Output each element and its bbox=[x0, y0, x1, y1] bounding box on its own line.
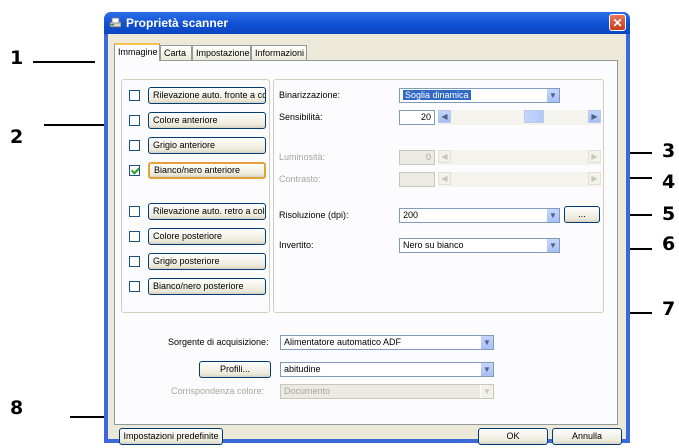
arrow-left-icon[interactable]: ◀ bbox=[438, 172, 451, 185]
callout-2: 2 bbox=[10, 126, 24, 148]
callout-line-2 bbox=[44, 124, 108, 126]
image-type-gray-front[interactable]: Grigio anteriore bbox=[148, 137, 266, 154]
callout-1: 1 bbox=[10, 47, 24, 69]
source-select[interactable]: Alimentatore automatico ADF ▼ bbox=[280, 335, 494, 350]
defaults-button[interactable]: Impostazioni predefinite bbox=[119, 428, 223, 445]
callout-8: 8 bbox=[10, 397, 24, 419]
arrow-left-icon[interactable]: ◀ bbox=[438, 110, 451, 123]
tab-informazioni[interactable]: Informazioni bbox=[251, 45, 307, 60]
sensitivity-slider[interactable]: ◀ ▶ bbox=[438, 110, 601, 125]
close-icon: ✕ bbox=[612, 16, 623, 30]
arrow-right-icon[interactable]: ▶ bbox=[588, 150, 601, 163]
binarization-value: Soglia dinamica bbox=[403, 90, 471, 100]
image-type-auto-back[interactable]: Rilevazione auto. retro a color bbox=[148, 203, 266, 220]
resolution-more-button[interactable]: ... bbox=[564, 206, 600, 223]
dialog-client-area: Immagine Carta Impostazione Informazioni… bbox=[108, 34, 626, 445]
callout-7: 7 bbox=[662, 298, 676, 320]
checkbox-gray-front[interactable] bbox=[129, 140, 140, 151]
sensitivity-slider-thumb[interactable] bbox=[524, 110, 544, 123]
image-type-auto-front[interactable]: Rilevazione auto. fronte a colo bbox=[148, 87, 266, 104]
image-type-bw-back[interactable]: Bianco/nero posteriore bbox=[148, 278, 266, 295]
checkbox-auto-back[interactable] bbox=[129, 206, 140, 217]
arrow-right-icon[interactable]: ▶ bbox=[588, 172, 601, 185]
invert-label: Invertito: bbox=[279, 240, 314, 250]
color-matching-label: Corrispondenza colore: bbox=[171, 386, 265, 396]
brightness-value[interactable]: 0 bbox=[399, 150, 435, 165]
cancel-button[interactable]: Annulla bbox=[552, 428, 622, 445]
sensitivity-value[interactable]: 20 bbox=[399, 110, 435, 125]
brightness-slider[interactable]: ◀ ▶ bbox=[438, 150, 601, 165]
chevron-down-icon[interactable]: ▼ bbox=[546, 209, 559, 222]
image-type-color-front[interactable]: Colore anteriore bbox=[148, 112, 266, 129]
resolution-value: 200 bbox=[403, 210, 419, 220]
checkbox-bw-back[interactable] bbox=[129, 281, 140, 292]
invert-value: Nero su bianco bbox=[403, 240, 464, 250]
callout-6: 6 bbox=[662, 233, 676, 255]
checkbox-color-front[interactable] bbox=[129, 115, 140, 126]
checkbox-color-back[interactable] bbox=[129, 231, 140, 242]
contrast-slider[interactable]: ◀ ▶ bbox=[438, 172, 601, 187]
tab-impostazione[interactable]: Impostazione bbox=[192, 45, 251, 60]
sensitivity-label: Sensibilità: bbox=[279, 112, 323, 122]
image-type-group: Rilevazione auto. fronte a colo Colore a… bbox=[121, 79, 270, 313]
binarization-label: Binarizzazione: bbox=[279, 90, 341, 100]
callout-3: 3 bbox=[662, 140, 676, 162]
image-type-bw-front[interactable]: Bianco/nero anteriore bbox=[148, 162, 266, 179]
color-matching-value: Documento bbox=[284, 386, 331, 396]
contrast-value[interactable] bbox=[399, 172, 435, 187]
window-title: Proprietà scanner bbox=[126, 16, 229, 30]
title-bar[interactable]: Proprietà scanner ✕ bbox=[104, 12, 630, 34]
callout-5: 5 bbox=[662, 203, 676, 225]
profile-value: abitudine bbox=[284, 364, 321, 374]
checkbox-auto-front[interactable] bbox=[129, 90, 140, 101]
chevron-down-icon[interactable]: ▼ bbox=[480, 336, 493, 349]
profiles-button[interactable]: Profili... bbox=[199, 361, 271, 378]
chevron-down-icon[interactable]: ▼ bbox=[480, 363, 493, 376]
callout-4: 4 bbox=[662, 171, 676, 193]
source-label: Sorgente di acquisizione: bbox=[168, 337, 269, 347]
tab-immagine[interactable]: Immagine bbox=[114, 43, 160, 61]
arrow-left-icon[interactable]: ◀ bbox=[438, 150, 451, 163]
source-value: Alimentatore automatico ADF bbox=[284, 337, 402, 347]
chevron-down-icon[interactable]: ▼ bbox=[480, 385, 493, 398]
profile-select[interactable]: abitudine ▼ bbox=[280, 362, 494, 377]
checkbox-bw-front[interactable] bbox=[129, 165, 140, 176]
resolution-label: Risoluzione (dpi): bbox=[279, 210, 349, 220]
callout-line-1 bbox=[33, 61, 95, 63]
binarization-select[interactable]: Soglia dinamica ▼ bbox=[399, 88, 560, 103]
contrast-label: Contrasto: bbox=[279, 174, 321, 184]
close-button[interactable]: ✕ bbox=[609, 14, 626, 31]
scanner-app-icon bbox=[109, 17, 122, 28]
image-type-color-back[interactable]: Colore posteriore bbox=[148, 228, 266, 245]
chevron-down-icon[interactable]: ▼ bbox=[546, 239, 559, 252]
image-settings-group: Binarizzazione: Soglia dinamica ▼ Sensib… bbox=[273, 79, 604, 313]
scanner-properties-window: Proprietà scanner ✕ Immagine Carta Impos… bbox=[104, 12, 630, 445]
immagine-tab-panel: Rilevazione auto. fronte a colo Colore a… bbox=[114, 60, 618, 425]
checkbox-gray-back[interactable] bbox=[129, 256, 140, 267]
tab-carta[interactable]: Carta bbox=[160, 45, 192, 60]
color-matching-select[interactable]: Documento ▼ bbox=[280, 384, 494, 399]
brightness-label: Luminosità: bbox=[279, 152, 326, 162]
invert-select[interactable]: Nero su bianco ▼ bbox=[399, 238, 560, 253]
image-type-gray-back[interactable]: Grigio posteriore bbox=[148, 253, 266, 270]
chevron-down-icon[interactable]: ▼ bbox=[546, 89, 559, 102]
ok-button[interactable]: OK bbox=[478, 428, 548, 445]
resolution-select[interactable]: 200 ▼ bbox=[399, 208, 560, 223]
arrow-right-icon[interactable]: ▶ bbox=[588, 110, 601, 123]
